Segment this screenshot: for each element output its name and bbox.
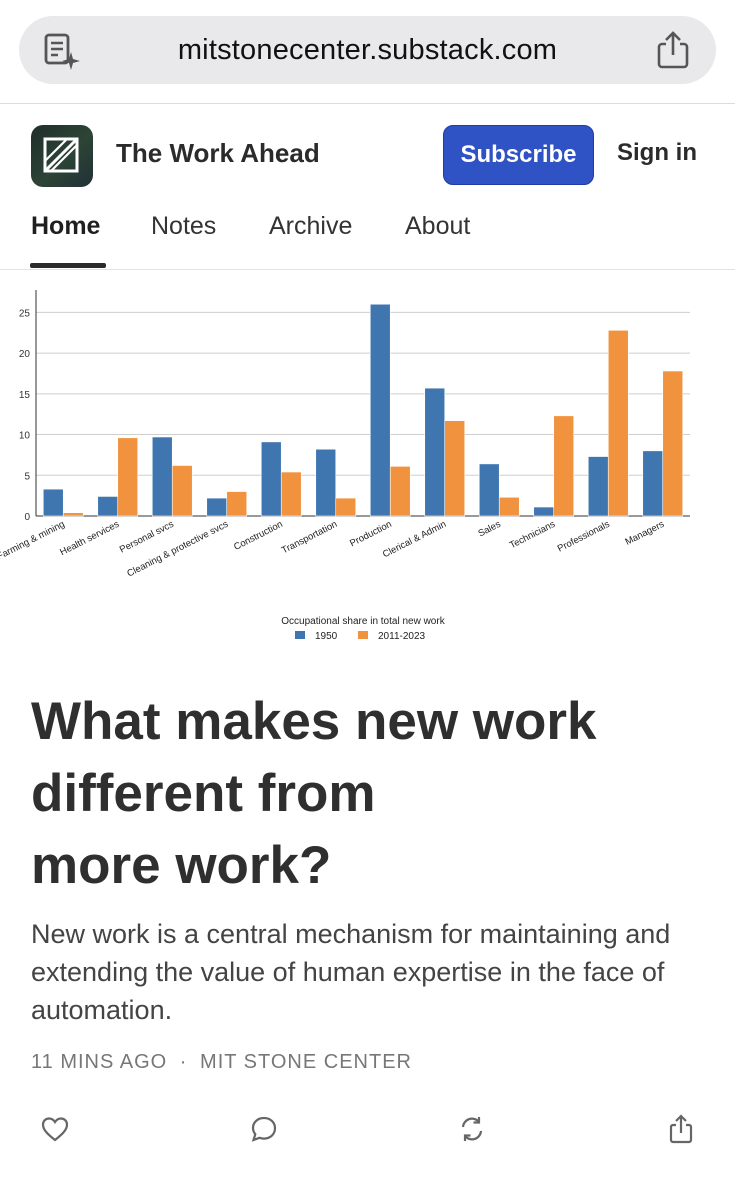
y-tick-label: 5 xyxy=(24,471,30,482)
x-tick-label: Professionals xyxy=(556,519,612,555)
x-tick-label: Sales xyxy=(476,519,502,540)
x-tick-label: Cleaning & protective svcs xyxy=(125,519,230,580)
y-tick-label: 0 xyxy=(24,512,30,523)
bar-2011-2023 xyxy=(553,415,575,517)
bar-1950 xyxy=(642,450,664,517)
bar-1950 xyxy=(42,488,64,517)
article-actions xyxy=(0,1110,735,1150)
article-headline[interactable]: What makes new work different from more … xyxy=(31,686,711,902)
bar-1950 xyxy=(424,387,446,517)
x-tick-label: Health services xyxy=(58,519,121,558)
browser-divider xyxy=(0,103,735,104)
restack-icon[interactable] xyxy=(457,1114,487,1144)
y-tick-label: 20 xyxy=(19,349,31,360)
bar-2011-2023 xyxy=(280,471,302,517)
y-tick-label: 10 xyxy=(19,431,31,442)
sign-in-link[interactable]: Sign in xyxy=(617,139,697,167)
bar-1950 xyxy=(97,496,119,517)
publication-logo[interactable] xyxy=(31,125,93,187)
y-tick-label: 25 xyxy=(19,308,31,319)
bar-1950 xyxy=(369,303,391,517)
x-tick-label: Production xyxy=(348,519,393,549)
article-time: 11 MINS AGO xyxy=(31,1051,168,1073)
x-tick-label: Construction xyxy=(232,519,285,553)
url-text[interactable]: mitstonecenter.substack.com xyxy=(19,16,716,84)
y-tick-label: 15 xyxy=(19,390,31,401)
active-tab-indicator xyxy=(30,263,106,268)
chart-title: Occupational share in total new work xyxy=(281,616,445,627)
x-tick-label: Technicians xyxy=(508,519,557,551)
publication-title[interactable]: The Work Ahead xyxy=(116,138,320,169)
tab-notes[interactable]: Notes xyxy=(151,212,216,241)
meta-separator: · xyxy=(179,1051,188,1073)
bar-2011-2023 xyxy=(444,420,466,517)
bar-1950 xyxy=(315,448,337,517)
bar-1950 xyxy=(478,463,500,517)
bar-2011-2023 xyxy=(335,497,357,517)
tab-about[interactable]: About xyxy=(405,212,470,241)
bar-1950 xyxy=(151,436,173,517)
heart-icon[interactable] xyxy=(40,1114,70,1144)
bar-2011-2023 xyxy=(117,437,139,517)
bar-2011-2023 xyxy=(498,496,520,517)
bar-1950 xyxy=(587,456,609,517)
tab-home[interactable]: Home xyxy=(31,212,100,241)
x-tick-label: Transportation xyxy=(280,519,339,556)
header-divider xyxy=(0,269,735,270)
share-icon[interactable] xyxy=(654,30,692,70)
tab-archive[interactable]: Archive xyxy=(269,212,352,241)
bar-1950 xyxy=(260,441,282,517)
legend-swatch xyxy=(295,631,305,639)
article-author[interactable]: MIT STONE CENTER xyxy=(200,1051,412,1074)
bar-2011-2023 xyxy=(62,512,84,517)
x-tick-label: Managers xyxy=(623,519,666,548)
occupational-share-bar-chart: 0 5 10 15 20 25 Farming & miningHealth service… xyxy=(0,290,690,642)
share-icon[interactable] xyxy=(666,1114,696,1144)
article-subtitle: New work is a central mechanism for main… xyxy=(31,919,671,1025)
bar-2011-2023 xyxy=(226,491,248,517)
legend-label: 1950 xyxy=(315,631,338,642)
subscribe-button[interactable]: Subscribe xyxy=(443,125,594,185)
bar-2011-2023 xyxy=(389,466,411,517)
bar-2011-2023 xyxy=(171,465,193,517)
bar-1950 xyxy=(533,506,555,517)
bar-1950 xyxy=(206,497,228,517)
logo-icon xyxy=(43,137,79,173)
bar-2011-2023 xyxy=(607,329,629,517)
article-meta: 11 MINS AGO · MIT STONE CENTER xyxy=(31,1051,412,1074)
address-bar[interactable]: mitstonecenter.substack.com xyxy=(19,16,716,84)
x-tick-label: Farming & mining xyxy=(0,519,67,563)
comment-icon[interactable] xyxy=(249,1114,279,1144)
legend-swatch xyxy=(358,631,368,639)
bar-2011-2023 xyxy=(662,370,684,517)
legend-label: 2011-2023 xyxy=(378,631,426,642)
